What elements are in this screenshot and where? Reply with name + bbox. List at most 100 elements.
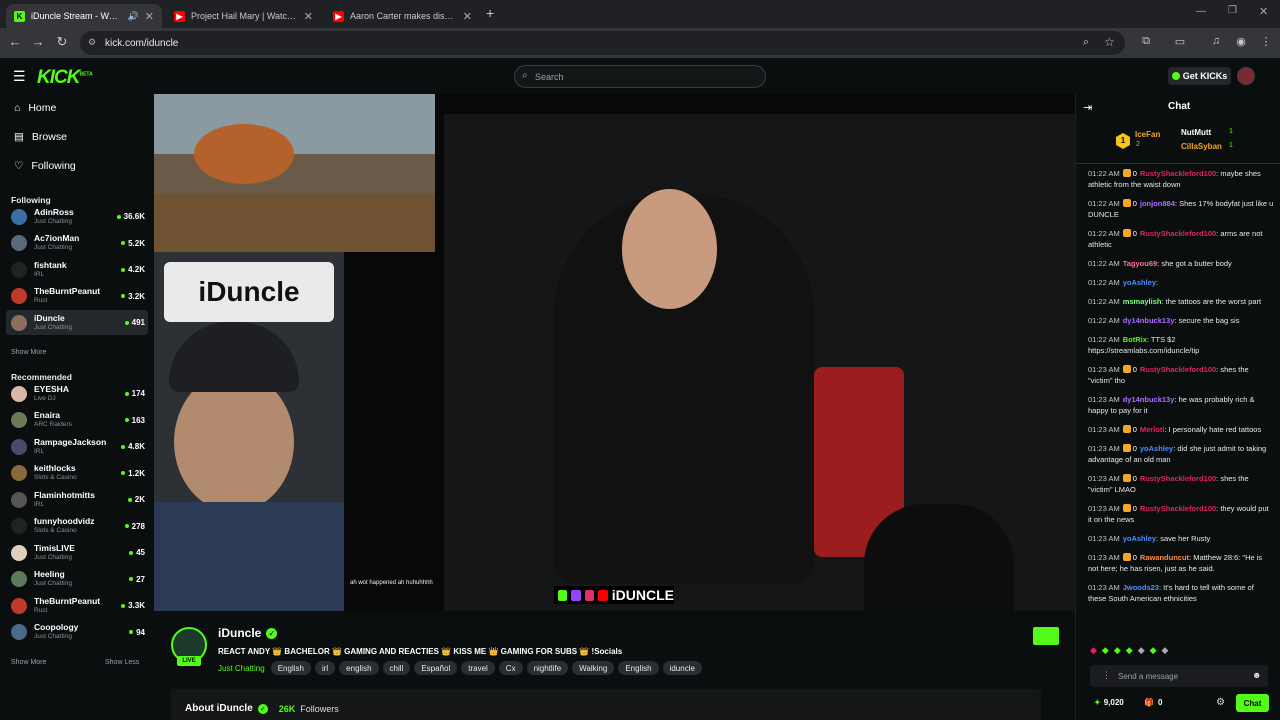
video-player[interactable]: iDUNCLE iDuncle ah wot happened ah huhuh… bbox=[154, 94, 1075, 611]
forward-icon[interactable]: → bbox=[29, 34, 47, 49]
emote-icon[interactable]: ◆ bbox=[1114, 645, 1121, 656]
chat-username[interactable]: Tagyou69 bbox=[1123, 259, 1157, 268]
nav-browse[interactable]: ▤ Browse bbox=[14, 131, 67, 143]
category-link[interactable]: Just Chatting bbox=[218, 664, 265, 673]
gift-counter[interactable]: 🎁 0 bbox=[1144, 698, 1162, 707]
stream-tag[interactable]: english bbox=[339, 661, 379, 675]
maximize-icon[interactable]: ❐ bbox=[1228, 5, 1237, 16]
emote-icon[interactable]: ◆ bbox=[1090, 645, 1097, 656]
show-more-button[interactable]: Show More bbox=[11, 349, 46, 356]
settings-icon[interactable]: ⚙ bbox=[1216, 697, 1225, 708]
new-tab-button[interactable]: + bbox=[486, 5, 494, 21]
emote-icon[interactable]: ◆ bbox=[1150, 645, 1157, 656]
back-icon[interactable]: ← bbox=[6, 34, 24, 49]
browser-tab[interactable]: ▶ Project Hail Mary | Watch Rocky ✕ bbox=[166, 4, 321, 28]
channel-item[interactable]: Heeling Just Chatting 27 bbox=[6, 567, 148, 592]
hamburger-icon[interactable]: ☰ bbox=[13, 68, 26, 85]
channel-item[interactable]: Enaira ARC Raiders 163 bbox=[6, 408, 148, 433]
channel-points[interactable]: ✦ 9,020 bbox=[1094, 698, 1124, 707]
channel-item[interactable]: Coopology Just Chatting 94 bbox=[6, 620, 148, 645]
chat-username[interactable]: jonjon884 bbox=[1140, 199, 1175, 208]
kick-logo[interactable]: KICKBETA bbox=[37, 67, 93, 89]
channel-item[interactable]: Ac7ionMan Just Chatting 5.2K bbox=[6, 231, 148, 256]
emote-icon[interactable]: ◆ bbox=[1162, 645, 1169, 656]
stream-tag[interactable]: travel bbox=[461, 661, 495, 675]
chat-options-icon[interactable]: ⋮ bbox=[1102, 670, 1111, 681]
chat-username[interactable]: yoAshley bbox=[1123, 278, 1156, 287]
stream-tag[interactable]: English bbox=[618, 661, 659, 675]
close-icon[interactable]: ✕ bbox=[463, 10, 472, 23]
get-kicks-button[interactable]: Get KICKs bbox=[1168, 67, 1231, 85]
chat-username[interactable]: Jwoods23 bbox=[1123, 583, 1159, 592]
cast-icon[interactable]: ▭ bbox=[1172, 35, 1188, 48]
leader-name[interactable]: IceFan bbox=[1135, 130, 1160, 139]
chat-username[interactable]: RustyShackleford100 bbox=[1140, 365, 1216, 374]
stream-tag[interactable]: Español bbox=[414, 661, 458, 675]
chat-username[interactable]: RustyShackleford100 bbox=[1140, 169, 1216, 178]
send-chat-button[interactable]: Chat bbox=[1236, 694, 1269, 712]
channel-item[interactable]: EYESHA Live DJ 174 bbox=[6, 381, 148, 406]
channel-item[interactable]: TimisLIVE Just Chatting 45 bbox=[6, 540, 148, 565]
chat-username[interactable]: yoAshley bbox=[1123, 534, 1156, 543]
stream-tag[interactable]: Cx bbox=[498, 661, 523, 675]
collapse-chat-icon[interactable]: ⇥ bbox=[1083, 101, 1092, 114]
show-less-button[interactable]: Show Less bbox=[105, 659, 139, 666]
speaker-icon[interactable]: 🔊 bbox=[128, 11, 139, 22]
site-info-icon[interactable]: ⚙ bbox=[88, 37, 96, 48]
sub-badge-icon bbox=[1122, 169, 1131, 177]
user-avatar[interactable] bbox=[1237, 67, 1255, 85]
browser-tab[interactable]: K iDuncle Stream - Watch Live 🔊 ✕ bbox=[6, 4, 162, 28]
chat-username[interactable]: Merlotl bbox=[1140, 425, 1165, 434]
channel-item[interactable]: AdinRoss Just Chatting 36.6K bbox=[6, 204, 148, 229]
channel-item[interactable]: TheBurntPeanut Rust 3.3K bbox=[6, 593, 148, 618]
chat-username[interactable]: dy14nbuck13y bbox=[1123, 316, 1175, 325]
nav-home[interactable]: ⌂ Home bbox=[14, 102, 56, 114]
chat-username[interactable]: RustyShackleford100 bbox=[1140, 474, 1216, 483]
channel-item[interactable]: iDuncle Just Chatting 491 bbox=[6, 310, 148, 335]
stream-tag[interactable]: irl bbox=[314, 661, 336, 675]
chat-username[interactable]: yoAshley bbox=[1140, 444, 1173, 453]
close-icon[interactable]: ✕ bbox=[304, 10, 313, 23]
chat-username[interactable]: BotRix bbox=[1123, 335, 1147, 344]
emoji-icon[interactable]: ☻ bbox=[1252, 670, 1261, 680]
profile-icon[interactable]: ◉ bbox=[1233, 35, 1249, 48]
chat-username[interactable]: RustyShackleford100 bbox=[1140, 229, 1216, 238]
emote-icon[interactable]: ◆ bbox=[1102, 645, 1109, 656]
stream-tag[interactable]: English bbox=[270, 661, 311, 675]
chat-username[interactable]: dy14nbuck13y bbox=[1123, 395, 1175, 404]
stream-tag[interactable]: Walking bbox=[572, 661, 615, 675]
stream-tag[interactable]: iduncle bbox=[662, 661, 702, 675]
stream-tag[interactable]: nightlife bbox=[526, 661, 569, 675]
zoom-icon[interactable]: ⌕ bbox=[1083, 36, 1089, 49]
close-icon[interactable]: ✕ bbox=[145, 10, 154, 23]
channel-item[interactable]: TheBurntPeanut Rust 3.2K bbox=[6, 284, 148, 309]
channel-item[interactable]: Flaminhotmitts IRL 2K bbox=[6, 487, 148, 512]
media-icon[interactable]: ♫ bbox=[1208, 35, 1224, 47]
url-input[interactable]: ⚙ kick.com/iduncle ⌕ ☆ bbox=[80, 31, 1125, 55]
emote-icon[interactable]: ◆ bbox=[1126, 645, 1133, 656]
leader-name[interactable]: CillaSyban bbox=[1181, 142, 1222, 151]
channel-item[interactable]: keithlocks Slots & Casino 1.2K bbox=[6, 461, 148, 486]
streamer-name[interactable]: iDuncle bbox=[218, 626, 261, 640]
chat-username[interactable]: RustyShackleford100 bbox=[1140, 504, 1216, 513]
reload-icon[interactable]: ↻ bbox=[53, 34, 71, 50]
search-input[interactable]: ⌕ Search bbox=[514, 65, 766, 88]
follow-button[interactable] bbox=[1033, 627, 1059, 645]
show-more-button[interactable]: Show More bbox=[11, 659, 46, 666]
chat-username[interactable]: msmaylish bbox=[1123, 297, 1162, 306]
emote-icon[interactable]: ◆ bbox=[1138, 645, 1145, 656]
chat-input[interactable]: ⋮ Send a message ☻ bbox=[1090, 665, 1268, 687]
menu-dots-icon[interactable]: ⋮ bbox=[1258, 35, 1274, 48]
extensions-icon[interactable]: ⧉ bbox=[1138, 35, 1154, 48]
chat-username[interactable]: Rawanduncut bbox=[1140, 553, 1189, 562]
minimize-icon[interactable]: — bbox=[1196, 6, 1206, 17]
leader-name[interactable]: NutMutt bbox=[1181, 128, 1211, 137]
stream-tag[interactable]: chill bbox=[382, 661, 411, 675]
channel-item[interactable]: funnyhoodvidz Slots & Casino 278 bbox=[6, 514, 148, 539]
star-icon[interactable]: ☆ bbox=[1104, 35, 1115, 49]
channel-item[interactable]: RampageJackson IRL 4.8K bbox=[6, 434, 148, 459]
browser-tab[interactable]: ▶ Aaron Carter makes diss track o ✕ bbox=[325, 4, 480, 28]
channel-item[interactable]: fishtank IRL 4.2K bbox=[6, 257, 148, 282]
window-close-icon[interactable]: ✕ bbox=[1259, 5, 1268, 18]
nav-following[interactable]: ♡ Following bbox=[14, 160, 76, 172]
